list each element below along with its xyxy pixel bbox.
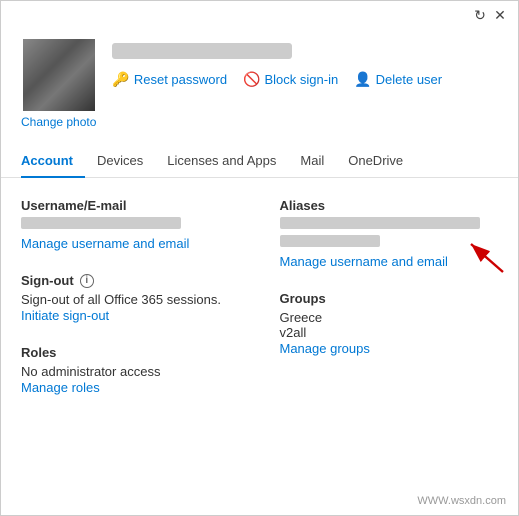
username-value-blurred	[21, 217, 181, 229]
username-title: Username/E-mail	[21, 198, 240, 213]
signout-section: Sign-out i Sign-out of all Office 365 se…	[21, 273, 240, 325]
main-content: Username/E-mail Manage username and emai…	[1, 178, 518, 417]
roles-section: Roles No administrator access Manage rol…	[21, 345, 240, 397]
block-signin-button[interactable]: 🚫 Block sign-in	[243, 71, 338, 88]
aliases-title: Aliases	[280, 198, 499, 213]
block-icon: 🚫	[243, 71, 260, 88]
user-name-blurred	[112, 43, 292, 59]
change-photo-link[interactable]: Change photo	[21, 115, 96, 129]
key-icon: 🔑	[112, 71, 129, 88]
manage-username-link[interactable]: Manage username and email	[21, 236, 189, 251]
refresh-button[interactable]: ↻	[470, 5, 490, 25]
header-actions: 🔑 Reset password 🚫 Block sign-in 👤 Delet…	[112, 71, 498, 88]
info-icon[interactable]: i	[80, 274, 94, 288]
roles-title: Roles	[21, 345, 240, 360]
reset-password-button[interactable]: 🔑 Reset password	[112, 71, 227, 88]
tab-account[interactable]: Account	[21, 145, 85, 178]
aliases-section: Aliases Manage username and email	[280, 198, 499, 271]
tab-devices[interactable]: Devices	[85, 145, 155, 178]
aliases-value-blurred	[280, 217, 480, 229]
tab-bar: Account Devices Licenses and Apps Mail O…	[1, 145, 518, 178]
groups-section: Groups Greece v2all Manage groups	[280, 291, 499, 358]
user-header: Change photo 🔑 Reset password 🚫 Block si…	[1, 29, 518, 129]
title-bar: ↻ ✕	[1, 1, 518, 29]
header-right: 🔑 Reset password 🚫 Block sign-in 👤 Delet…	[112, 39, 498, 88]
user-avatar	[23, 39, 95, 111]
username-section: Username/E-mail Manage username and emai…	[21, 198, 240, 253]
signout-description: Sign-out of all Office 365 sessions.	[21, 292, 240, 307]
manage-roles-link[interactable]: Manage roles	[21, 380, 100, 395]
signout-label: Sign-out i	[21, 273, 240, 288]
initiate-signout-link[interactable]: Initiate sign-out	[21, 308, 109, 323]
right-column: Aliases Manage username and email Groups…	[280, 198, 499, 417]
aliases-value-blurred-2	[280, 235, 380, 247]
roles-value: No administrator access	[21, 364, 240, 379]
manage-aliases-link[interactable]: Manage username and email	[280, 254, 448, 269]
avatar-area: Change photo	[21, 39, 96, 129]
delete-user-button[interactable]: 👤 Delete user	[354, 71, 442, 88]
person-icon: 👤	[354, 71, 371, 88]
tab-mail[interactable]: Mail	[288, 145, 336, 178]
group-item-1: Greece	[280, 310, 499, 325]
close-button[interactable]: ✕	[490, 5, 510, 25]
red-arrow-annotation	[458, 236, 508, 276]
watermark: WWW.wsxdn.com	[417, 495, 506, 507]
group-item-2: v2all	[280, 325, 499, 340]
groups-title: Groups	[280, 291, 499, 306]
tab-onedrive[interactable]: OneDrive	[336, 145, 415, 178]
tab-licenses[interactable]: Licenses and Apps	[155, 145, 288, 178]
manage-groups-link[interactable]: Manage groups	[280, 341, 370, 356]
left-column: Username/E-mail Manage username and emai…	[21, 198, 240, 417]
